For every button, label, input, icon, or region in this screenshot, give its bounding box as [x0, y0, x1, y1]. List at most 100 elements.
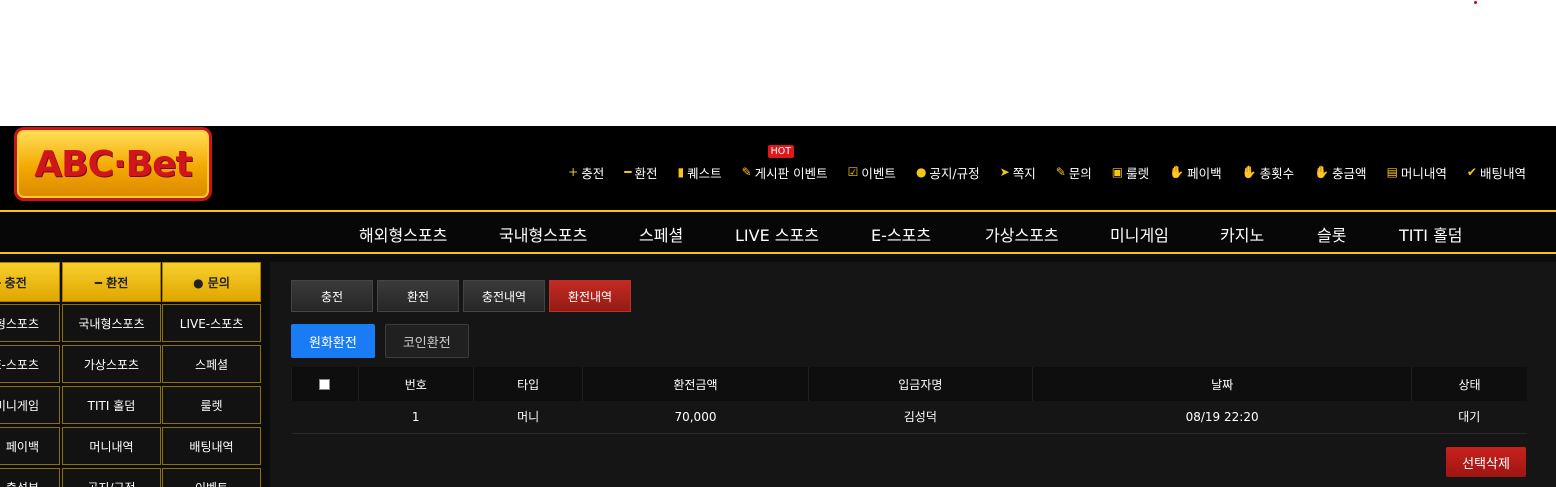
tab-1[interactable]: 환전 [377, 280, 459, 312]
topnav-item-5[interactable]: ● 공지/규정 [906, 161, 990, 183]
hot-badge: HOT [767, 145, 795, 158]
top-nav: + 충전 ━ 환전 ▮ 퀘스트 ✎ 게시판 이벤트 HOT ☑ 이벤트 ● 공지/규정 ➤ 쪽지 ✎ 문의 ▣ 룰렛… [558, 145, 1536, 183]
topnav-item-11[interactable]: ✋ 충금액 [1304, 161, 1376, 183]
withdrawal-history-table: 번호 타입 환전금액 입금자명 날짜 상태 1 머니 70,000 김성덕 08/19 22:20… [291, 367, 1527, 434]
content-panel: 충전 환전 충전내역 환전내역 원화환전 코인환전 번호 타입 환전금액 입금자명 날짜 상태 1… [270, 262, 1556, 487]
topnav-label: 총횟수 [1259, 165, 1295, 181]
topnav-item-3[interactable]: ✎ 게시판 이벤트 HOT [732, 145, 838, 183]
topnav-label: 쪽지 [1012, 165, 1036, 181]
hand-coin-icon: ✋ [1241, 165, 1257, 179]
table-cell: 대기 [1411, 401, 1527, 434]
mainnav-item-1[interactable]: 국내형스포츠 [499, 222, 587, 246]
sidebar-menu-button[interactable]: 룰렛 [162, 386, 261, 424]
mainnav-item-5[interactable]: 가상스포츠 [985, 222, 1059, 246]
sidebar-menu-button[interactable]: 가상스포츠 [62, 345, 161, 383]
delete-selected-button[interactable]: 선택삭제 [1446, 447, 1526, 477]
receipt-icon: ▤ [1386, 165, 1398, 179]
table-cell: 70,000 [582, 401, 809, 434]
sidebar-menu-button[interactable]: 페이백 [0, 427, 60, 465]
table-row[interactable]: 1 머니 70,000 김성덕 08/19 22:20 대기 [291, 401, 1527, 434]
topnav-item-8[interactable]: ▣ 룰렛 [1102, 161, 1159, 183]
sidebar-menu-button[interactable]: 머니내역 [62, 427, 161, 465]
tab-bar: 충전 환전 충전내역 환전내역 [291, 280, 631, 312]
sidebar-quick-button-0[interactable]: ━ 충전 [0, 262, 60, 302]
calendar-check-icon: ☑ [847, 165, 859, 179]
topnav-label: 룰렛 [1126, 165, 1150, 181]
plus-icon: + [568, 165, 579, 179]
topnav-label: 머니내역 [1400, 165, 1447, 181]
topnav-label: 게시판 이벤트 [754, 165, 828, 181]
header: ABC·Bet + 충전 ━ 환전 ▮ 퀘스트 ✎ 게시판 이벤트 HOT ☑ 이벤트 ● 공지/규정 ➤… [0, 126, 1556, 210]
sidebar-menu-button[interactable]: 이벤트 [162, 468, 261, 487]
sidebar-menu-button[interactable]: E-스포츠 [0, 345, 60, 383]
select-all-checkbox[interactable] [319, 379, 331, 390]
minus-icon: ━ [624, 165, 632, 179]
sidebar-menu-button[interactable]: 출석부 [0, 468, 60, 487]
topnav-item-12[interactable]: ▤ 머니내역 [1377, 161, 1457, 183]
topnav-item-9[interactable]: ✋ 페이백 [1159, 161, 1231, 183]
row-select-cell [291, 401, 359, 434]
subtab-0[interactable]: 원화환전 [291, 324, 375, 358]
column-header: 환전금액 [582, 367, 809, 401]
mainnav-item-7[interactable]: 카지노 [1220, 222, 1264, 246]
logo-text: ABC·Bet [34, 143, 192, 185]
mainnav-item-9[interactable]: TITI 홀덤 [1399, 222, 1463, 246]
tab-3[interactable]: 환전내역 [549, 280, 631, 312]
topnav-item-6[interactable]: ➤ 쪽지 [990, 161, 1046, 183]
mainnav-item-0[interactable]: 해외형스포츠 [359, 222, 447, 246]
topnav-item-2[interactable]: ▮ 퀘스트 [667, 161, 731, 183]
site-logo[interactable]: ABC·Bet [14, 127, 212, 201]
column-header: 타입 [472, 367, 583, 401]
table-cell: 머니 [473, 401, 583, 434]
red-dot [1474, 1, 1477, 4]
sidebar-menu-button[interactable]: 스페셜 [162, 345, 261, 383]
topnav-item-7[interactable]: ✎ 문의 [1046, 161, 1102, 183]
check-icon: ✔ [1466, 165, 1477, 179]
mainnav-item-6[interactable]: 미니게임 [1110, 222, 1169, 246]
topnav-item-4[interactable]: ☑ 이벤트 [838, 161, 906, 183]
topnav-label: 충전 [581, 165, 605, 181]
sidebar-quick-button-1[interactable]: ━ 환전 [62, 262, 161, 302]
sidebar-menu-button[interactable]: TITI 홀덤 [62, 386, 161, 424]
topnav-label: 이벤트 [861, 165, 896, 181]
topnav-label: 공지/규정 [929, 165, 980, 181]
board-icon: ✎ [741, 165, 752, 179]
topnav-label: 환전 [634, 165, 658, 181]
topnav-item-10[interactable]: ✋ 총횟수 [1232, 161, 1304, 183]
sidebar-menu-button[interactable]: LIVE-스포츠 [162, 304, 261, 342]
mainnav-item-4[interactable]: E-스포츠 [871, 222, 931, 246]
select-all-header [291, 367, 359, 401]
tab-2[interactable]: 충전내역 [463, 280, 545, 312]
mainnav-item-2[interactable]: 스페셜 [639, 222, 683, 246]
exclamation-circle-icon: ● [915, 165, 927, 179]
main-nav: 해외형스포츠 국내형스포츠 스페셜 LIVE 스포츠 E-스포츠 가상스포츠 미니게임 카지노… [0, 210, 1556, 254]
sidebar-menu-button[interactable]: 국내형스포츠 [62, 304, 161, 342]
paper-plane-icon: ➤ [999, 165, 1010, 179]
mainnav-item-8[interactable]: 슬롯 [1317, 222, 1346, 246]
sidebar-menu-button[interactable]: 공지/규정 [62, 468, 161, 487]
topnav-item-1[interactable]: ━ 환전 [614, 161, 667, 183]
hand-coin-icon: ✋ [1314, 165, 1330, 179]
topnav-item-13[interactable]: ✔ 배팅내역 [1457, 161, 1536, 183]
topnav-label: 충금액 [1332, 165, 1367, 181]
topnav-label: 배팅내역 [1479, 165, 1526, 181]
column-header: 입금자명 [807, 367, 1033, 401]
sidebar-quick-button-2[interactable]: ● 문의 [162, 262, 261, 302]
sidebar-menu-button[interactable]: 해외형스포츠 [0, 304, 60, 342]
mainnav-item-3[interactable]: LIVE 스포츠 [735, 222, 819, 246]
subtab-bar: 원화환전 코인환전 [291, 324, 469, 358]
table-cell: 1 [358, 401, 474, 434]
scroll-icon: ▮ [677, 165, 685, 179]
sidebar-menu-button[interactable]: 배팅내역 [162, 427, 261, 465]
blank-top-area [0, 0, 1556, 126]
subtab-1[interactable]: 코인환전 [384, 324, 469, 358]
column-header: 번호 [357, 367, 474, 401]
topnav-label: 페이백 [1187, 165, 1222, 181]
column-header: 날짜 [1032, 367, 1412, 401]
table-header-row: 번호 타입 환전금액 입금자명 날짜 상태 [291, 367, 1527, 401]
table-cell: 08/19 22:20 [1032, 401, 1412, 434]
column-header: 상태 [1411, 367, 1527, 401]
topnav-item-0[interactable]: + 충전 [558, 161, 614, 183]
sidebar-menu-button[interactable]: 미니게임 [0, 386, 60, 424]
tab-0[interactable]: 충전 [291, 280, 373, 312]
